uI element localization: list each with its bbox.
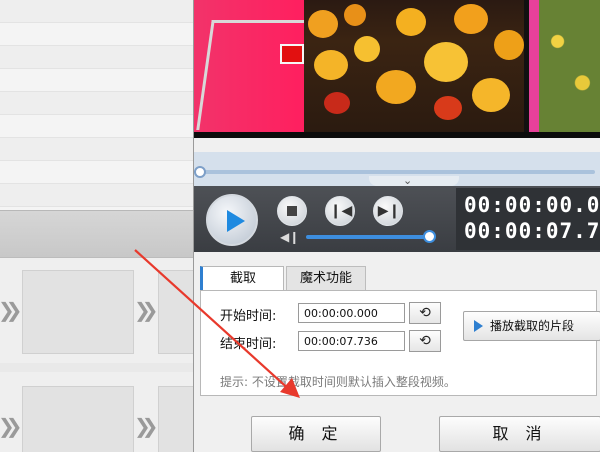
start-time-input[interactable] (298, 303, 405, 323)
chevron-right-icon: ❯❯ (0, 298, 22, 322)
chevron-right-icon: ❯❯ (134, 414, 158, 438)
background-timeline-track: ❯❯ ❯❯ (0, 258, 198, 363)
step-back-icon: ❙◀ (329, 203, 353, 219)
timeline-slot[interactable] (22, 386, 134, 452)
seek-track[interactable] (200, 170, 595, 174)
reset-start-time-button[interactable]: ⟲ (409, 302, 441, 324)
play-segment-button[interactable]: 播放截取的片段 (463, 311, 600, 341)
current-time: 00:00:00.000 (464, 193, 600, 217)
list-row (0, 138, 196, 161)
background-toolbar (0, 210, 196, 258)
list-row (0, 161, 196, 184)
play-segment-label: 播放截取的片段 (490, 319, 575, 333)
timeline-slot[interactable] (158, 270, 198, 354)
reset-clock-icon: ⟲ (419, 333, 431, 349)
end-time-input[interactable] (298, 331, 405, 351)
ok-button[interactable]: 确 定 (251, 416, 381, 452)
chevron-right-icon: ❯❯ (134, 298, 158, 322)
tab-clip[interactable]: 截取 (200, 266, 284, 290)
list-row (0, 46, 196, 69)
clip-video-dialog: ⌄ ❙◀ ▶❙ ◀❙ 00:00:00.000 00:00:07.736 截取 … (193, 0, 600, 452)
list-row (0, 92, 196, 115)
chevron-right-icon: ❯❯ (0, 414, 22, 438)
video-preview (194, 0, 600, 138)
list-row (0, 69, 196, 92)
play-icon (227, 210, 245, 232)
reset-end-time-button[interactable]: ⟲ (409, 330, 441, 352)
timeline-slot[interactable] (158, 386, 198, 452)
collapse-handle[interactable] (369, 176, 459, 186)
previous-frame-button[interactable]: ❙◀ (325, 196, 355, 226)
play-icon (474, 320, 483, 332)
next-frame-button[interactable]: ▶❙ (373, 196, 403, 226)
list-row (0, 0, 196, 23)
list-row (0, 23, 196, 46)
clip-settings: 截取 魔术功能 开始时间: ⟲ 结束时间: ⟲ 播放截取的片段 提示: 不设置截… (194, 252, 600, 400)
volume-handle[interactable] (423, 230, 436, 243)
list-row (0, 115, 196, 138)
volume-slider[interactable] (306, 235, 428, 239)
reset-clock-icon: ⟲ (419, 305, 431, 321)
tab-magic[interactable]: 魔术功能 (286, 266, 366, 290)
step-forward-icon: ▶❙ (377, 203, 401, 219)
seek-bar[interactable]: ⌄ (194, 152, 600, 187)
list-row (0, 184, 196, 207)
background-file-list (0, 0, 196, 210)
hint-text: 提示: 不设置截取时间则默认插入整段视频。 (220, 375, 456, 389)
total-time: 00:00:07.736 (464, 219, 600, 243)
clip-panel: 开始时间: ⟲ 结束时间: ⟲ 播放截取的片段 提示: 不设置截取时间则默认插入… (200, 290, 600, 396)
seek-handle[interactable] (194, 166, 206, 178)
start-time-label: 开始时间: (220, 309, 277, 324)
cancel-button[interactable]: 取 消 (439, 416, 600, 452)
stop-button[interactable] (277, 196, 307, 226)
background-timeline-track: ❯❯ ❯❯ (0, 372, 198, 452)
time-display: 00:00:00.000 00:00:07.736 (456, 188, 600, 250)
player-controls: ❙◀ ▶❙ ◀❙ 00:00:00.000 00:00:07.736 (194, 186, 600, 252)
end-time-label: 结束时间: (220, 337, 277, 352)
volume-icon: ◀❙ (280, 230, 300, 244)
timeline-slot[interactable] (22, 270, 134, 354)
play-button[interactable] (206, 194, 258, 246)
